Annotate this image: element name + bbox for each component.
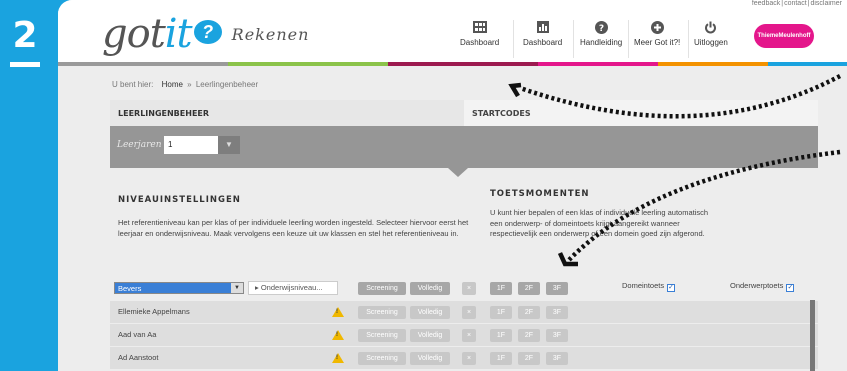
leerjaren-label: Leerjaren	[117, 140, 162, 150]
panel-notch	[448, 168, 468, 177]
plus-icon	[649, 20, 665, 34]
table-row: Aad van Aa ! Screening Volledig × 1F 2F …	[110, 324, 818, 346]
breadcrumb: U bent hier: Home » Leerlingenbeheer	[112, 80, 258, 89]
nav-handleiding[interactable]: ? Handleiding	[580, 20, 622, 47]
student-name: Ad Aanstoot	[118, 353, 159, 362]
breadcrumb-home[interactable]: Home	[162, 80, 183, 89]
level-3f-button[interactable]: 3F	[546, 329, 568, 342]
nav-label: Handleiding	[580, 38, 623, 47]
nav-label: Dashboard	[460, 38, 500, 47]
breadcrumb-current: Leerlingenbeheer	[195, 80, 259, 89]
logo-subtitle: Rekenen	[231, 25, 310, 44]
clear-button[interactable]: ×	[462, 306, 476, 319]
class-select[interactable]: Bevers ▼	[114, 282, 244, 294]
domeintoets-label: Domeintoets	[622, 281, 665, 290]
logo[interactable]: gotit ? Rekenen	[102, 8, 309, 54]
domeintoets-checkbox[interactable]: ✓	[667, 284, 676, 292]
class-value: Bevers	[115, 283, 231, 293]
screening-button[interactable]: Screening	[358, 306, 406, 319]
onderwerptoets-option[interactable]: Onderwerptoets ✓	[730, 281, 795, 292]
domeintoets-option[interactable]: Domeintoets ✓	[622, 281, 676, 292]
breadcrumb-separator: »	[187, 80, 192, 89]
level-2f-button[interactable]: 2F	[518, 352, 540, 365]
student-name: Ellemieke Appelmans	[118, 307, 190, 316]
header: gotit ? Rekenen feedback|contact|disclai…	[58, 0, 847, 62]
top-links: feedback|contact|disclaimer	[751, 0, 842, 7]
onderwijsniveau-button[interactable]: ▸ Onderwijsniveau...	[248, 281, 338, 295]
feedback-link[interactable]: feedback	[752, 0, 780, 7]
toets-panel: TOETSMOMENTEN U kunt hier bepalen of een…	[490, 189, 720, 240]
clear-button[interactable]: ×	[462, 352, 476, 365]
onderwerptoets-label: Onderwerptoets	[730, 281, 784, 290]
screening-button[interactable]: Screening	[358, 329, 406, 342]
logo-got: got	[102, 11, 166, 57]
clear-button[interactable]: ×	[462, 329, 476, 342]
clear-button[interactable]: ×	[462, 282, 476, 295]
logo-it: it	[164, 11, 193, 57]
onderwerptoets-checkbox[interactable]: ✓	[786, 284, 795, 292]
step-number: 2	[12, 15, 38, 56]
color-bar	[58, 62, 847, 66]
niveau-text: Het referentieniveau kan per klas of per…	[118, 218, 469, 238]
chevron-down-icon: ▼	[218, 136, 240, 154]
scrollbar[interactable]	[810, 300, 815, 371]
volledig-button[interactable]: Volledig	[410, 306, 450, 319]
svg-text:?: ?	[599, 24, 604, 34]
volledig-button[interactable]: Volledig	[410, 329, 450, 342]
nav-dashboard-2[interactable]: Dashboard	[523, 20, 562, 47]
warning-icon	[332, 330, 344, 340]
publisher-logo[interactable]: ThiemeMeulenhoff	[754, 24, 814, 48]
table-row: Ellemieke Appelmans ! Screening Volledig…	[110, 301, 818, 323]
level-2f-button[interactable]: 2F	[518, 306, 540, 319]
logo-question-icon: ?	[193, 20, 222, 44]
app-window: gotit ? Rekenen feedback|contact|disclai…	[58, 0, 847, 371]
toets-text: U kunt hier bepalen of een klas of indiv…	[490, 208, 709, 238]
leerjaren-value: 1	[164, 136, 218, 154]
table-row: Ad Aanstoot ! Screening Volledig × 1F 2F…	[110, 347, 818, 369]
leerjaren-select[interactable]: 1 ▼	[164, 136, 274, 154]
nav-label: Dashboard	[523, 38, 563, 47]
warning-icon	[332, 353, 344, 363]
nav-label: Meer Got it?!	[634, 38, 681, 47]
help-icon: ?	[593, 20, 609, 34]
level-2f-button[interactable]: 2F	[518, 282, 540, 295]
tab-leerlingenbeheer[interactable]: LEERLINGENBEHEER	[110, 100, 464, 126]
chevron-down-icon: ▼	[231, 283, 243, 293]
step-underline	[10, 62, 40, 67]
level-3f-button[interactable]: 3F	[546, 306, 568, 319]
level-2f-button[interactable]: 2F	[518, 329, 540, 342]
warning-icon	[332, 307, 344, 317]
level-1f-button[interactable]: 1F	[490, 329, 512, 342]
screening-button[interactable]: Screening	[358, 282, 406, 295]
level-1f-button[interactable]: 1F	[490, 282, 512, 295]
volledig-button[interactable]: Volledig	[410, 352, 450, 365]
chart-icon	[535, 20, 551, 34]
level-1f-button[interactable]: 1F	[490, 352, 512, 365]
toets-title: TOETSMOMENTEN	[490, 189, 590, 199]
nav-label: Uitloggen	[694, 38, 728, 47]
contact-link[interactable]: contact	[784, 0, 807, 7]
breadcrumb-prefix: U bent hier:	[112, 80, 154, 89]
volledig-button[interactable]: Volledig	[410, 282, 450, 295]
niveau-panel: NIVEAUINSTELLINGEN Het referentieniveau …	[118, 195, 470, 239]
student-name: Aad van Aa	[118, 330, 157, 339]
level-1f-button[interactable]: 1F	[490, 306, 512, 319]
power-icon	[703, 20, 719, 34]
nav-uitloggen[interactable]: Uitloggen	[694, 20, 728, 47]
niveau-title: NIVEAUINSTELLINGEN	[118, 195, 241, 205]
grid-icon	[472, 20, 488, 34]
filter-bar: Leerjaren 1 ▼	[110, 126, 818, 168]
screening-button[interactable]: Screening	[358, 352, 406, 365]
tab-startcodes[interactable]: STARTCODES	[464, 100, 818, 126]
level-3f-button[interactable]: 3F	[546, 352, 568, 365]
nav-meer-got-it[interactable]: Meer Got it?!	[634, 20, 680, 47]
controls-row: Bevers ▼ ▸ Onderwijsniveau... Screening …	[110, 278, 818, 300]
level-3f-button[interactable]: 3F	[546, 282, 568, 295]
disclaimer-link[interactable]: disclaimer	[810, 0, 842, 7]
nav-dashboard[interactable]: Dashboard	[460, 20, 499, 47]
